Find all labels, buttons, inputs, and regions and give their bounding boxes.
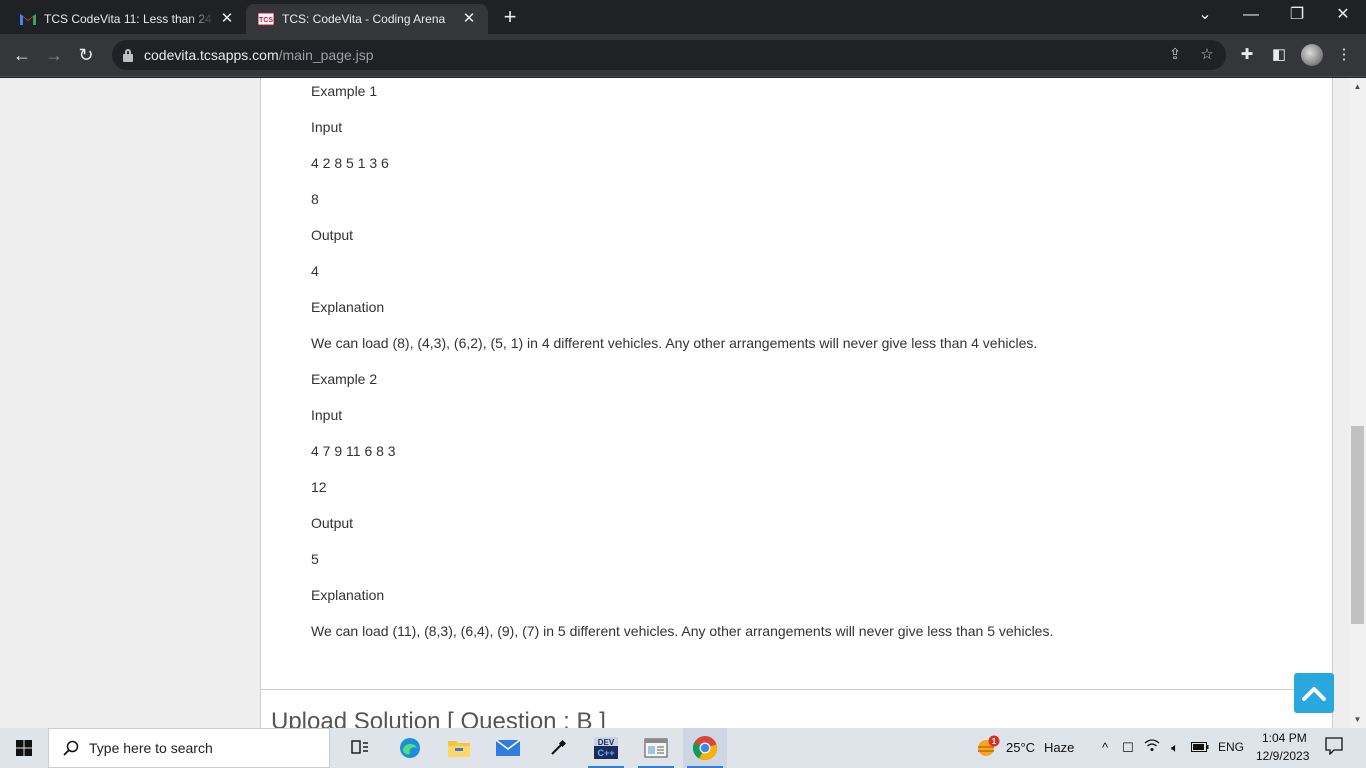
output-value: 4 (311, 263, 319, 279)
output-label: Output (311, 515, 354, 531)
side-panel-icon[interactable]: ◧ (1265, 41, 1293, 69)
upload-solution-title: Upload Solution [ Question : B ] (271, 708, 606, 728)
close-window-icon[interactable]: ✕ (1320, 0, 1366, 32)
wifi-icon[interactable] (1142, 738, 1162, 758)
input-values: 4 2 8 5 1 3 6 (311, 155, 389, 171)
svg-text:C++: C++ (597, 748, 614, 758)
extensions-puzzle-icon[interactable]: ✚ (1233, 41, 1261, 69)
page-viewport: Example 1 Input 4 2 8 5 1 3 6 8 Output 4… (0, 78, 1349, 728)
battery-icon[interactable] (1190, 738, 1210, 758)
notifications-icon[interactable] (1323, 737, 1345, 759)
output-value: 5 (311, 551, 319, 567)
file-explorer-icon[interactable] (437, 728, 481, 768)
explanation-label: Explanation (311, 299, 385, 315)
app-window-icon[interactable] (634, 728, 678, 768)
reload-icon[interactable]: ↻ (72, 41, 100, 69)
mail-icon[interactable] (486, 728, 530, 768)
address-bar[interactable]: codevita.tcsapps.com/main_page.jsp ⇪ ☆ (112, 40, 1226, 70)
input-label: Input (311, 407, 343, 423)
edge-browser-icon[interactable] (388, 728, 432, 768)
tab-title: TCS CodeVita 11: Less than 24 hours to g… (44, 12, 214, 26)
page-scrollbar[interactable]: ▲ ▼ (1349, 78, 1366, 728)
task-view-icon[interactable] (338, 728, 382, 768)
browser-toolbar: ← → ↻ codevita.tcsapps.com/main_page.jsp… (0, 34, 1366, 77)
output-label: Output (311, 227, 354, 243)
search-placeholder: Type here to search (89, 740, 213, 756)
question-card: Example 1 Input 4 2 8 5 1 3 6 8 Output 4… (260, 78, 1333, 728)
weather-icon[interactable]: 1 (975, 734, 1001, 760)
chrome-menu-icon[interactable]: ⋮ (1330, 41, 1358, 69)
url-host: codevita.tcsapps.com (144, 47, 279, 63)
search-icon (63, 740, 79, 756)
share-icon[interactable]: ⇪ (1164, 44, 1186, 66)
back-arrow-icon[interactable]: ← (8, 41, 36, 69)
scroll-up-arrow-icon[interactable]: ▲ (1349, 78, 1366, 95)
input-label: Input (311, 119, 343, 135)
explanation-text: We can load (11), (8,3), (6,4), (9), (7)… (311, 623, 1054, 639)
devc-app-icon[interactable]: DEV C++ (584, 728, 628, 768)
scroll-to-top-button[interactable] (1294, 673, 1334, 713)
volume-icon[interactable]: 🔈︎ (1165, 738, 1185, 758)
url-path: /main_page.jsp (278, 47, 374, 63)
clock-date[interactable]: 12/9/2023 (1256, 749, 1309, 763)
color-picker-icon[interactable] (536, 728, 580, 768)
lock-icon (122, 48, 134, 62)
forward-arrow-icon[interactable]: → (40, 41, 68, 69)
tab-gmail[interactable]: TCS CodeVita 11: Less than 24 hours to g… (8, 4, 246, 34)
tab-search-chevron-icon[interactable]: ⌄ (1182, 0, 1228, 32)
clock-time[interactable]: 1:04 PM (1262, 731, 1307, 745)
new-tab-icon[interactable]: + (498, 6, 522, 30)
scrollbar-thumb[interactable] (1351, 426, 1364, 624)
weather-temperature[interactable]: 25°C (1006, 740, 1035, 755)
restore-icon[interactable]: ❐ (1274, 0, 1320, 32)
bookmark-star-icon[interactable]: ☆ (1196, 44, 1218, 66)
input-values: 4 7 9 11 6 8 3 (311, 443, 396, 459)
gmail-icon (20, 11, 36, 27)
devc-label: DEV (598, 738, 615, 747)
close-tab-icon[interactable]: ✕ (460, 10, 478, 28)
meet-now-icon[interactable]: ☐ (1118, 738, 1138, 758)
taskbar-search-box[interactable]: Type here to search (48, 728, 330, 768)
input-capacity: 12 (311, 479, 327, 495)
chevron-up-icon (1302, 687, 1326, 701)
scroll-down-arrow-icon[interactable]: ▼ (1349, 711, 1366, 728)
chrome-browser-icon[interactable] (683, 728, 727, 768)
windows-start-icon[interactable] (0, 728, 48, 768)
weather-badge: 1 (992, 737, 997, 746)
svg-text:TCS: TCS (259, 17, 273, 24)
chevron-up-icon[interactable]: ^ (1095, 738, 1115, 758)
explanation-text: We can load (8), (4,3), (6,2), (5, 1) in… (311, 335, 1038, 351)
upload-solution-card: Upload Solution [ Question : B ] (260, 689, 1333, 728)
url-text: codevita.tcsapps.com/main_page.jsp (144, 47, 374, 63)
language-indicator[interactable]: ENG (1218, 740, 1244, 754)
tcs-icon: TCS (258, 11, 274, 27)
example-2-heading: Example 2 (311, 371, 378, 387)
windows-taskbar: Type here to search DEV C++ 1 25°C Haze ^… (0, 728, 1366, 768)
close-tab-icon[interactable]: ✕ (218, 10, 236, 28)
example-1-heading: Example 1 (311, 83, 378, 99)
profile-avatar[interactable] (1301, 44, 1323, 66)
minimize-icon[interactable]: — (1228, 0, 1274, 32)
tab-title: TCS: CodeVita - Coding Arena (282, 12, 446, 26)
explanation-label: Explanation (311, 587, 385, 603)
input-capacity: 8 (311, 191, 319, 207)
tab-strip: TCS CodeVita 11: Less than 24 hours to g… (0, 0, 1366, 34)
weather-description[interactable]: Haze (1044, 740, 1074, 755)
tab-codevita[interactable]: TCS TCS: CodeVita - Coding Arena ✕ (246, 4, 488, 34)
